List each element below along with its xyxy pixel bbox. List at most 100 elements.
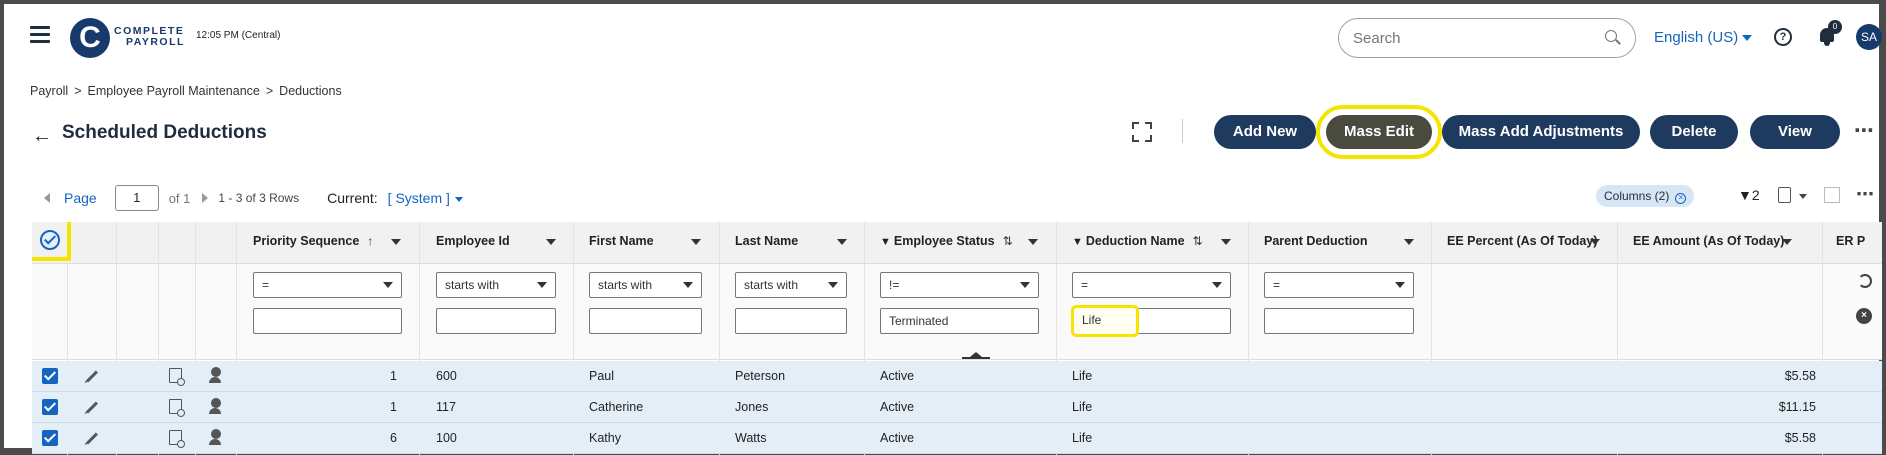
user-avatar[interactable]: SA	[1856, 24, 1882, 50]
edit-pencil-icon[interactable]	[85, 432, 99, 445]
column-menu-icon[interactable]	[1028, 239, 1038, 245]
last-name-filter-operator[interactable]: starts with	[735, 272, 847, 298]
chevron-down-icon[interactable]	[1799, 194, 1807, 199]
employee-status-filter-operator[interactable]: !=	[880, 272, 1039, 298]
breadcrumb-employee-payroll-maintenance[interactable]: Employee Payroll Maintenance	[88, 84, 260, 98]
search-icon[interactable]	[1605, 30, 1621, 46]
page-title: Scheduled Deductions	[62, 122, 267, 143]
sort-icon[interactable]: ⇅	[1193, 234, 1203, 248]
table-row[interactable]: 1 600 Paul Peterson Active Life $5.58	[32, 361, 1882, 392]
cell-first-name: Paul	[589, 369, 615, 383]
deduction-name-filter-operator-value: =	[1081, 278, 1089, 292]
header-parent-deduction[interactable]: Parent Deduction	[1264, 234, 1368, 248]
select-all-checkbox[interactable]	[32, 222, 71, 261]
page-number-input[interactable]: 1	[114, 185, 159, 211]
delete-button[interactable]: Delete	[1650, 115, 1738, 149]
employee-id-filter-operator[interactable]: starts with	[436, 272, 556, 298]
first-name-filter-input[interactable]	[589, 308, 702, 334]
employee-status-filter-input[interactable]: Terminated	[880, 308, 1039, 334]
cell-status: Active	[880, 400, 915, 414]
column-menu-icon[interactable]	[837, 239, 847, 245]
column-menu-icon[interactable]	[691, 239, 701, 245]
filter-count-value: 2	[1751, 187, 1760, 203]
parent-deduction-filter-input[interactable]	[1264, 308, 1414, 334]
grid-more-options-icon[interactable]: ⋯	[1856, 184, 1874, 205]
view-details-icon[interactable]	[169, 368, 185, 386]
search-input[interactable]	[1353, 29, 1605, 47]
breadcrumb-payroll[interactable]: Payroll	[30, 84, 68, 98]
table-row[interactable]: 1 117 Catherine Jones Active Life $11.15	[32, 392, 1882, 423]
add-new-button[interactable]: Add New	[1214, 115, 1316, 149]
user-edit-icon[interactable]	[209, 429, 221, 445]
sort-ascending-icon[interactable]: ↑	[367, 234, 373, 248]
column-menu-icon[interactable]	[391, 239, 401, 245]
cell-ee-amount: $5.58	[1784, 431, 1816, 445]
column-menu-icon[interactable]	[1590, 239, 1600, 245]
view-details-icon[interactable]	[169, 430, 185, 448]
header-first-name[interactable]: First Name	[589, 234, 654, 248]
parent-deduction-filter-operator[interactable]: =	[1264, 272, 1414, 298]
toolbar-divider	[1182, 119, 1183, 143]
mass-edit-button[interactable]: Mass Edit	[1316, 105, 1442, 159]
back-arrow-icon[interactable]: ←	[32, 125, 52, 148]
column-menu-icon[interactable]	[1404, 239, 1414, 245]
help-icon[interactable]: ?	[1774, 28, 1792, 46]
previous-page-icon[interactable]	[44, 193, 50, 203]
hamburger-menu-icon[interactable]	[30, 26, 50, 44]
column-menu-icon[interactable]	[546, 239, 556, 245]
last-name-filter-input[interactable]	[735, 308, 847, 334]
columns-chip[interactable]: Columns (2) ×	[1596, 185, 1695, 207]
layout-icon[interactable]	[1824, 187, 1840, 203]
row-checkbox[interactable]	[42, 430, 58, 446]
priority-filter-input[interactable]	[253, 308, 402, 334]
notifications-badge: 0	[1828, 20, 1842, 34]
clear-filters-icon[interactable]: ×	[1856, 308, 1872, 324]
view-button[interactable]: View	[1750, 115, 1840, 149]
cell-first-name: Catherine	[589, 400, 644, 414]
view-details-icon[interactable]	[169, 399, 185, 417]
deduction-name-filter-highlight[interactable]: Life	[1071, 305, 1139, 337]
table-row[interactable]: 6 100 Kathy Watts Active Life $5.58	[32, 423, 1882, 454]
clear-columns-icon[interactable]: ×	[1675, 193, 1687, 204]
header-deduction-name[interactable]: ▼ Deduction Name ⇅	[1072, 234, 1203, 248]
cell-ee-amount: $5.58	[1784, 369, 1816, 383]
chevron-down-icon	[1742, 35, 1753, 42]
notifications-bell-icon[interactable]: 0	[1818, 20, 1842, 46]
user-edit-icon[interactable]	[209, 398, 221, 414]
header-priority-sequence[interactable]: Priority Sequence ↑	[253, 234, 373, 248]
header-ee-percent[interactable]: EE Percent (As Of Today)	[1447, 234, 1598, 248]
header-employee-id[interactable]: Employee Id	[436, 234, 510, 248]
edit-pencil-icon[interactable]	[85, 401, 99, 414]
row-checkbox[interactable]	[42, 399, 58, 415]
priority-filter-operator[interactable]: =	[253, 272, 402, 298]
first-name-filter-operator[interactable]: starts with	[589, 272, 702, 298]
header-last-name[interactable]: Last Name	[735, 234, 798, 248]
edit-pencil-icon[interactable]	[85, 370, 99, 383]
next-page-icon[interactable]	[202, 193, 209, 203]
columns-chip-label: Columns (2)	[1604, 189, 1670, 203]
collapse-filter-icon[interactable]	[962, 352, 990, 359]
reset-filters-icon[interactable]	[1858, 274, 1872, 288]
filter-count[interactable]: ▼2	[1738, 187, 1760, 203]
header-ee-amount[interactable]: EE Amount (As Of Today)	[1633, 234, 1784, 248]
search-box[interactable]	[1338, 18, 1636, 58]
deduction-name-filter-operator[interactable]: =	[1072, 272, 1231, 298]
header-employee-status[interactable]: ▼ Employee Status ⇅	[880, 234, 1013, 248]
row-checkbox[interactable]	[42, 368, 58, 384]
column-menu-icon[interactable]	[1782, 239, 1792, 245]
language-selector[interactable]: English (US)	[1654, 29, 1753, 46]
more-options-icon[interactable]: ⋯	[1854, 118, 1875, 143]
logo-line-2: PAYROLL	[126, 36, 185, 48]
mass-add-adjustments-button[interactable]: Mass Add Adjustments	[1442, 115, 1640, 149]
sort-icon[interactable]: ⇅	[1003, 234, 1013, 248]
user-edit-icon[interactable]	[209, 367, 221, 383]
export-document-icon[interactable]	[1778, 187, 1791, 203]
column-menu-icon[interactable]	[1221, 239, 1231, 245]
company-logo[interactable]: C	[70, 18, 110, 58]
expand-icon[interactable]	[1132, 122, 1152, 142]
header-er-partial[interactable]: ER P	[1822, 234, 1865, 248]
employee-id-filter-input[interactable]	[436, 308, 556, 334]
breadcrumb-separator: >	[265, 84, 274, 98]
page-of-label: of 1	[168, 190, 191, 206]
current-view-selector[interactable]: [ System ]	[388, 190, 463, 206]
